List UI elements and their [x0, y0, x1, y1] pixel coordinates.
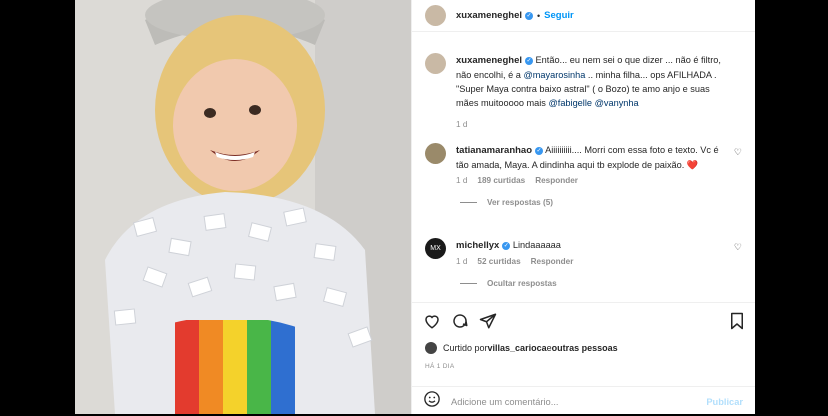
- comment-time[interactable]: 1 d: [456, 257, 467, 266]
- avatar[interactable]: [425, 5, 446, 26]
- bookmark-icon[interactable]: [729, 312, 745, 335]
- comment-body: Lindaaaaaa: [510, 240, 561, 250]
- reply-button[interactable]: Responder: [535, 176, 578, 185]
- smiley-icon[interactable]: [423, 390, 441, 413]
- caption-avatar[interactable]: [425, 53, 446, 74]
- comment-item: MX michellyx ✓ Lindaaaaaa 1 d 52 curtidas…: [425, 238, 742, 288]
- liker-avatar[interactable]: [425, 342, 437, 354]
- replies-divider: [460, 202, 477, 203]
- follow-button[interactable]: Seguir: [544, 10, 574, 21]
- instagram-post-modal: xuxameneghel ✓ • Seguir xuxameneghel ✓ En…: [0, 0, 828, 414]
- mention-link[interactable]: @fabigelle: [548, 98, 592, 108]
- replies-divider: [460, 283, 477, 284]
- post-timestamp[interactable]: HÁ 1 DIA: [425, 363, 455, 370]
- action-icons: [412, 303, 755, 335]
- comment-avatar[interactable]: MX: [425, 238, 446, 259]
- comment-item: tatianamaranhao ✓ Aiiiiiiiiii.... Morri c…: [425, 143, 742, 207]
- verified-badge-icon: ✓: [525, 11, 533, 20]
- post-side-panel: xuxameneghel ✓ • Seguir xuxameneghel ✓ En…: [411, 0, 755, 414]
- comment-username[interactable]: tatianamaranhao: [456, 145, 532, 156]
- mention-link[interactable]: @vanynha: [595, 98, 639, 108]
- post-actions: Curtido por villas_carioca e outras pess…: [412, 302, 755, 415]
- verified-badge-icon: ✓: [535, 146, 544, 155]
- hide-replies-label[interactable]: Ocultar respostas: [487, 279, 557, 288]
- comment-time[interactable]: 1 d: [456, 176, 467, 185]
- send-icon[interactable]: [479, 312, 497, 335]
- comment-icon[interactable]: [451, 312, 469, 335]
- comment-input[interactable]: Adicione um comentário...: [451, 397, 706, 407]
- child-photo-illustration: [75, 0, 411, 414]
- liked-by-prefix: Curtido por: [443, 343, 488, 353]
- post-header: xuxameneghel ✓ • Seguir: [412, 0, 755, 32]
- comment-username[interactable]: michellyx: [456, 240, 499, 251]
- caption-text: xuxameneghel ✓ Então... eu nem sei o que …: [456, 53, 721, 110]
- publish-button[interactable]: Publicar: [706, 397, 743, 407]
- add-comment-bar: Adicione um comentário... Publicar: [412, 386, 755, 416]
- reply-button[interactable]: Responder: [531, 257, 574, 266]
- caption-time[interactable]: 1 d: [456, 120, 467, 129]
- caption-meta: 1 d: [456, 120, 721, 129]
- liked-by-user[interactable]: villas_carioca: [488, 343, 547, 353]
- header-username[interactable]: xuxameneghel: [456, 10, 522, 21]
- comment-text: michellyx ✓ Lindaaaaaa: [456, 238, 721, 253]
- comment-meta: 1 d 52 curtidas Responder: [456, 257, 721, 266]
- hide-replies-toggle[interactable]: Ocultar respostas: [460, 279, 742, 288]
- verified-badge-icon: ✓: [525, 56, 533, 65]
- comments-list[interactable]: xuxameneghel ✓ Então... eu nem sei o que …: [412, 32, 755, 304]
- view-replies-toggle[interactable]: Ver respostas (5): [460, 198, 742, 207]
- heart-icon[interactable]: [423, 312, 441, 335]
- view-replies-label[interactable]: Ver respostas (5): [487, 198, 553, 207]
- comment-avatar[interactable]: [425, 143, 446, 164]
- post-photo[interactable]: [75, 0, 411, 414]
- comment-likes[interactable]: 52 curtidas: [477, 257, 520, 266]
- comment-meta: 1 d 189 curtidas Responder: [456, 176, 721, 185]
- separator-dot: •: [537, 10, 541, 21]
- caption: xuxameneghel ✓ Então... eu nem sei o que …: [425, 53, 742, 129]
- liked-by-line: Curtido por villas_carioca e outras pess…: [425, 342, 618, 354]
- comment-like-heart-icon[interactable]: ♡: [734, 242, 742, 253]
- mention-link[interactable]: @mayarosinha: [523, 70, 585, 80]
- liked-by-others[interactable]: outras pessoas: [552, 343, 618, 353]
- caption-username[interactable]: xuxameneghel: [456, 55, 522, 66]
- comment-like-heart-icon[interactable]: ♡: [734, 147, 742, 158]
- comment-text: tatianamaranhao ✓ Aiiiiiiiiii.... Morri c…: [456, 143, 721, 172]
- comment-likes[interactable]: 189 curtidas: [477, 176, 525, 185]
